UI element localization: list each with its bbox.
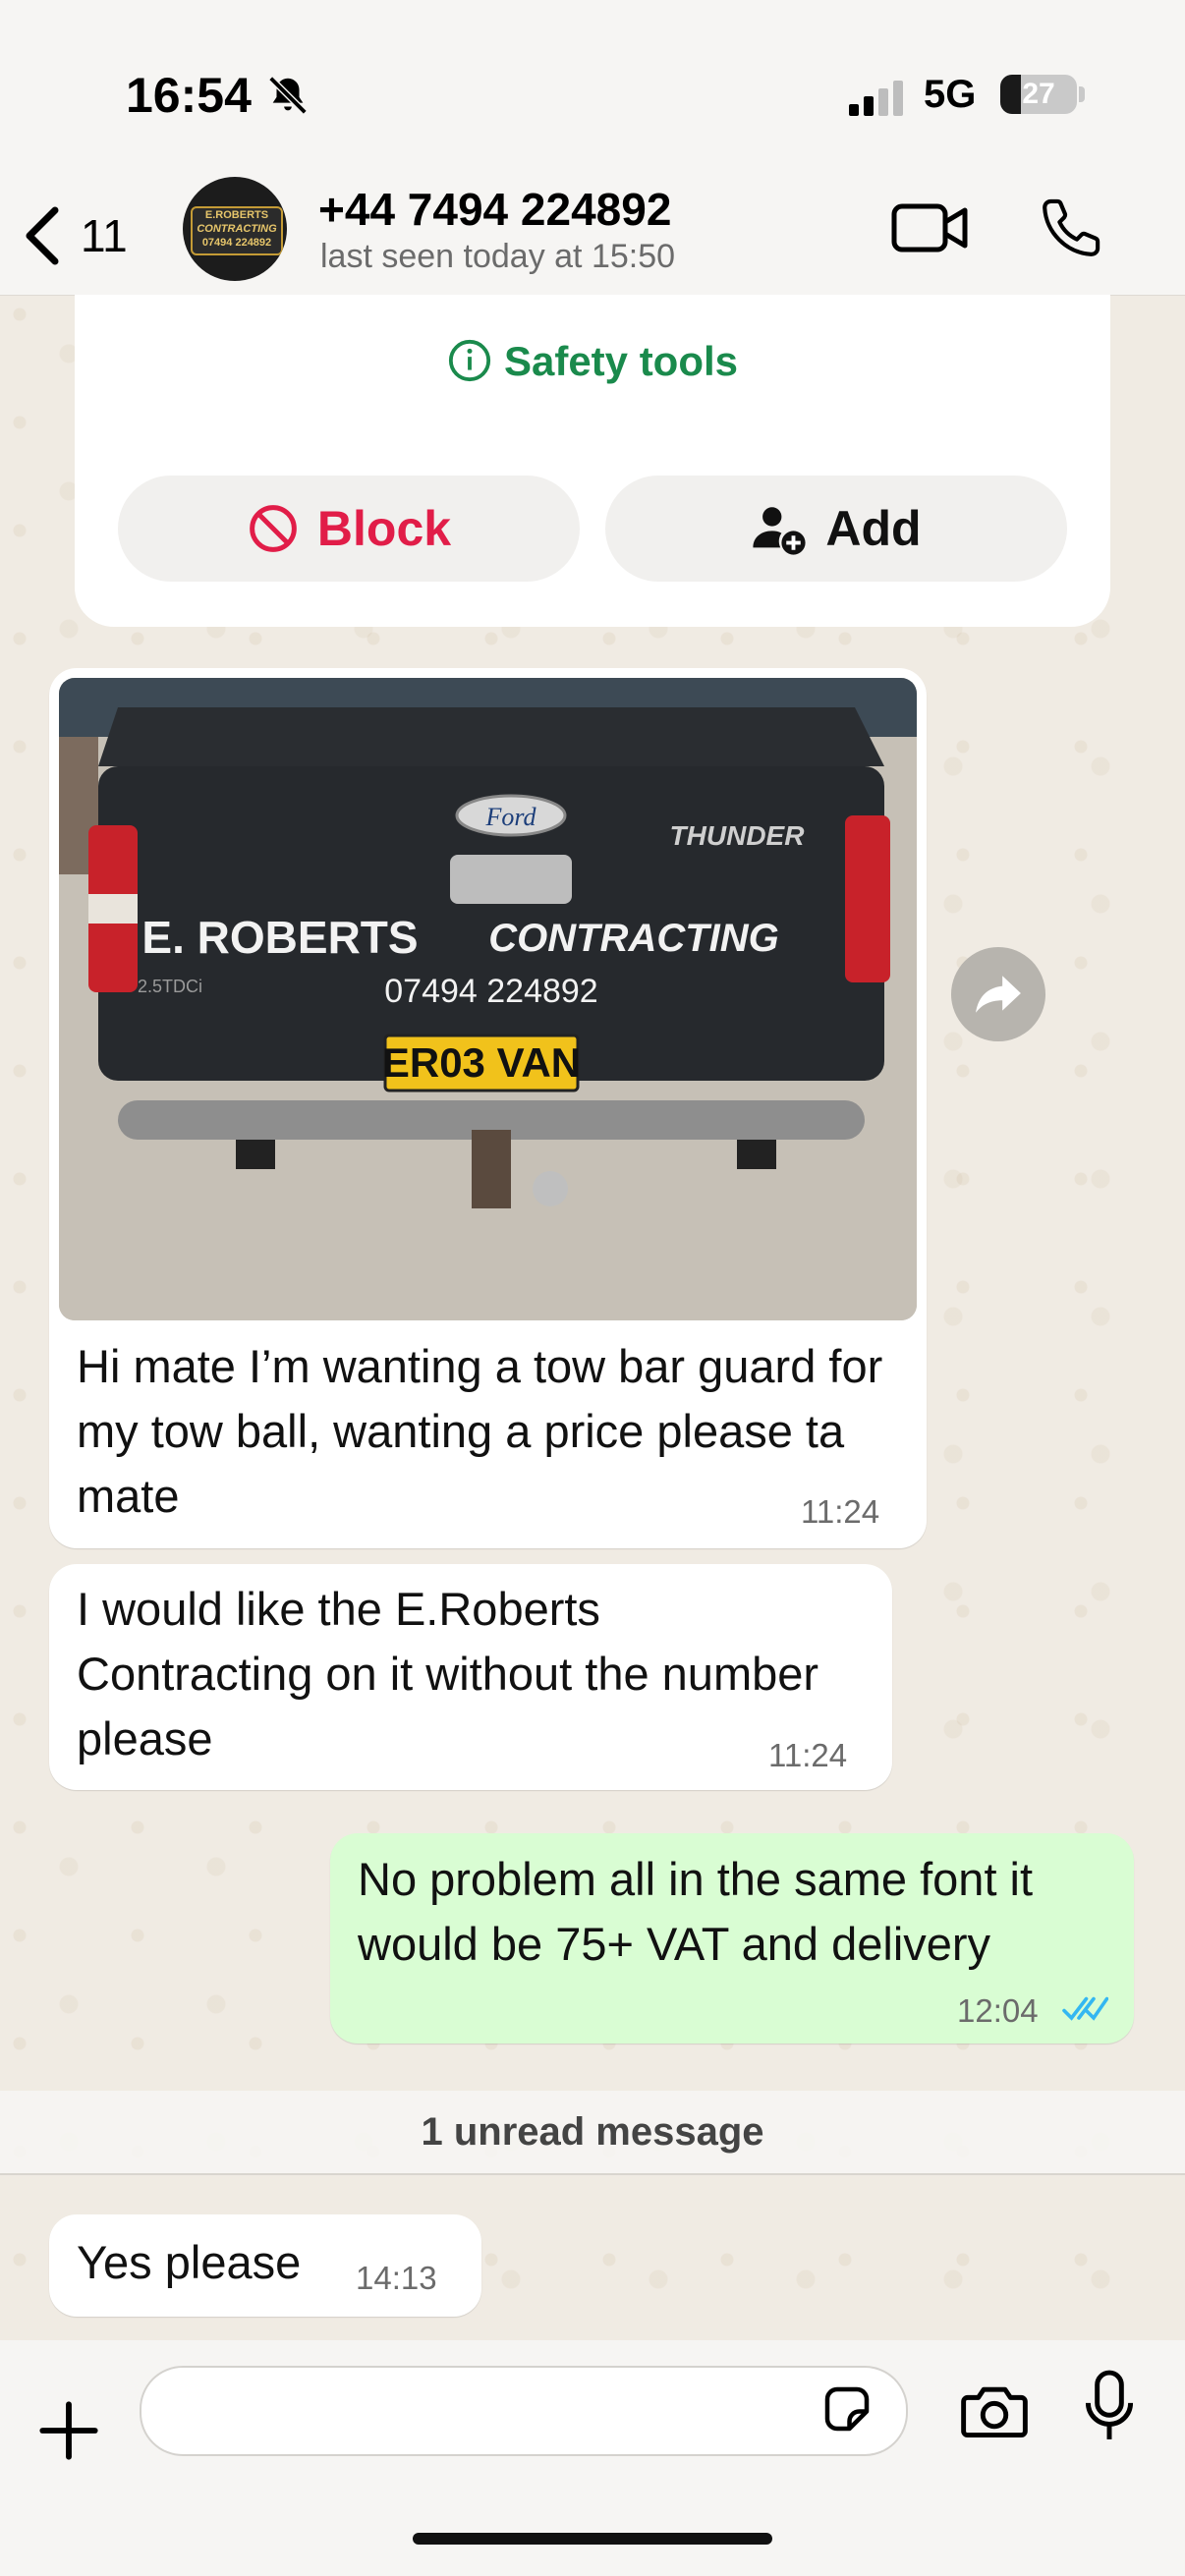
add-label: Add <box>825 501 922 556</box>
message-time: 14:13 <box>356 2260 437 2296</box>
last-seen-status: last seen today at 15:50 <box>320 238 676 275</box>
phone-call-icon[interactable] <box>1040 195 1104 259</box>
decal-business: CONTRACTING <box>488 917 779 960</box>
camera-icon[interactable] <box>959 2381 1030 2440</box>
info-icon <box>448 339 491 382</box>
safety-tools-link[interactable]: Safety tools <box>75 338 1110 385</box>
brand-badge: Ford <box>484 803 536 831</box>
block-label: Block <box>316 501 452 556</box>
sticker-icon[interactable] <box>818 2380 876 2438</box>
status-time: 16:54 <box>126 68 252 123</box>
message-input[interactable] <box>140 2366 908 2456</box>
engine-badge: 2.5TDCi <box>138 977 202 996</box>
unread-messages-banner: 1 unread message <box>0 2091 1185 2175</box>
avatar-logo: E.ROBERTS CONTRACTING 07494 224892 <box>191 206 283 255</box>
forward-button[interactable] <box>951 947 1045 1041</box>
decal-phone: 07494 224892 <box>384 973 597 1010</box>
battery-percent: 27 <box>1022 78 1055 110</box>
chat-header: 11 E.ROBERTS CONTRACTING 07494 224892 +4… <box>0 177 1185 296</box>
status-bar: 16:54 5G 27 <box>0 0 1185 177</box>
battery-icon: 27 <box>1000 75 1077 114</box>
contact-name[interactable]: +44 7494 224892 <box>318 183 671 236</box>
block-button[interactable]: Block <box>118 476 580 582</box>
message-text: Hi mate I’m wanting a tow bar guard for … <box>77 1340 883 1522</box>
model-decal: THUNDER <box>670 820 806 851</box>
home-indicator <box>413 2533 772 2545</box>
signal-icon <box>849 81 903 116</box>
add-person-icon <box>753 507 806 555</box>
unread-chats-count: 11 <box>81 210 128 261</box>
message-time: 11:24 <box>768 1737 848 1773</box>
message-composer <box>0 2340 1185 2576</box>
decal-name: E. ROBERTS <box>141 912 418 963</box>
plus-icon[interactable] <box>37 2399 100 2462</box>
microphone-icon[interactable] <box>1085 2370 1134 2442</box>
safety-card: Safety tools Block Add <box>75 295 1110 627</box>
video-call-icon[interactable] <box>890 198 971 257</box>
bell-muted-icon <box>268 76 308 115</box>
block-icon <box>250 505 297 552</box>
message-time: 11:24 <box>801 1493 880 1530</box>
add-contact-button[interactable]: Add <box>605 476 1067 582</box>
avatar[interactable]: E.ROBERTS CONTRACTING 07494 224892 <box>183 177 287 281</box>
forward-icon <box>976 976 1021 1013</box>
read-receipt-icon <box>1062 1996 1108 2021</box>
message-photo[interactable]: Ford THUNDER E. ROBERTS CONTRACTING 0749… <box>59 678 917 1320</box>
network-type: 5G <box>924 73 977 116</box>
chevron-left-icon <box>26 206 59 265</box>
message-text: No problem all in the same font it would… <box>358 1853 1034 1970</box>
battery-nub <box>1079 86 1085 102</box>
message-text: I would like the E.Roberts Contracting o… <box>77 1583 819 1764</box>
message-time: 12:04 <box>957 1992 1039 2029</box>
message-text: Yes please <box>77 2236 302 2288</box>
back-button[interactable]: 11 <box>20 196 128 275</box>
number-plate: ER03 VAN <box>382 1039 581 1086</box>
van-rear-image: Ford THUNDER E. ROBERTS CONTRACTING 0749… <box>59 678 917 1320</box>
safety-tools-label: Safety tools <box>503 338 739 384</box>
